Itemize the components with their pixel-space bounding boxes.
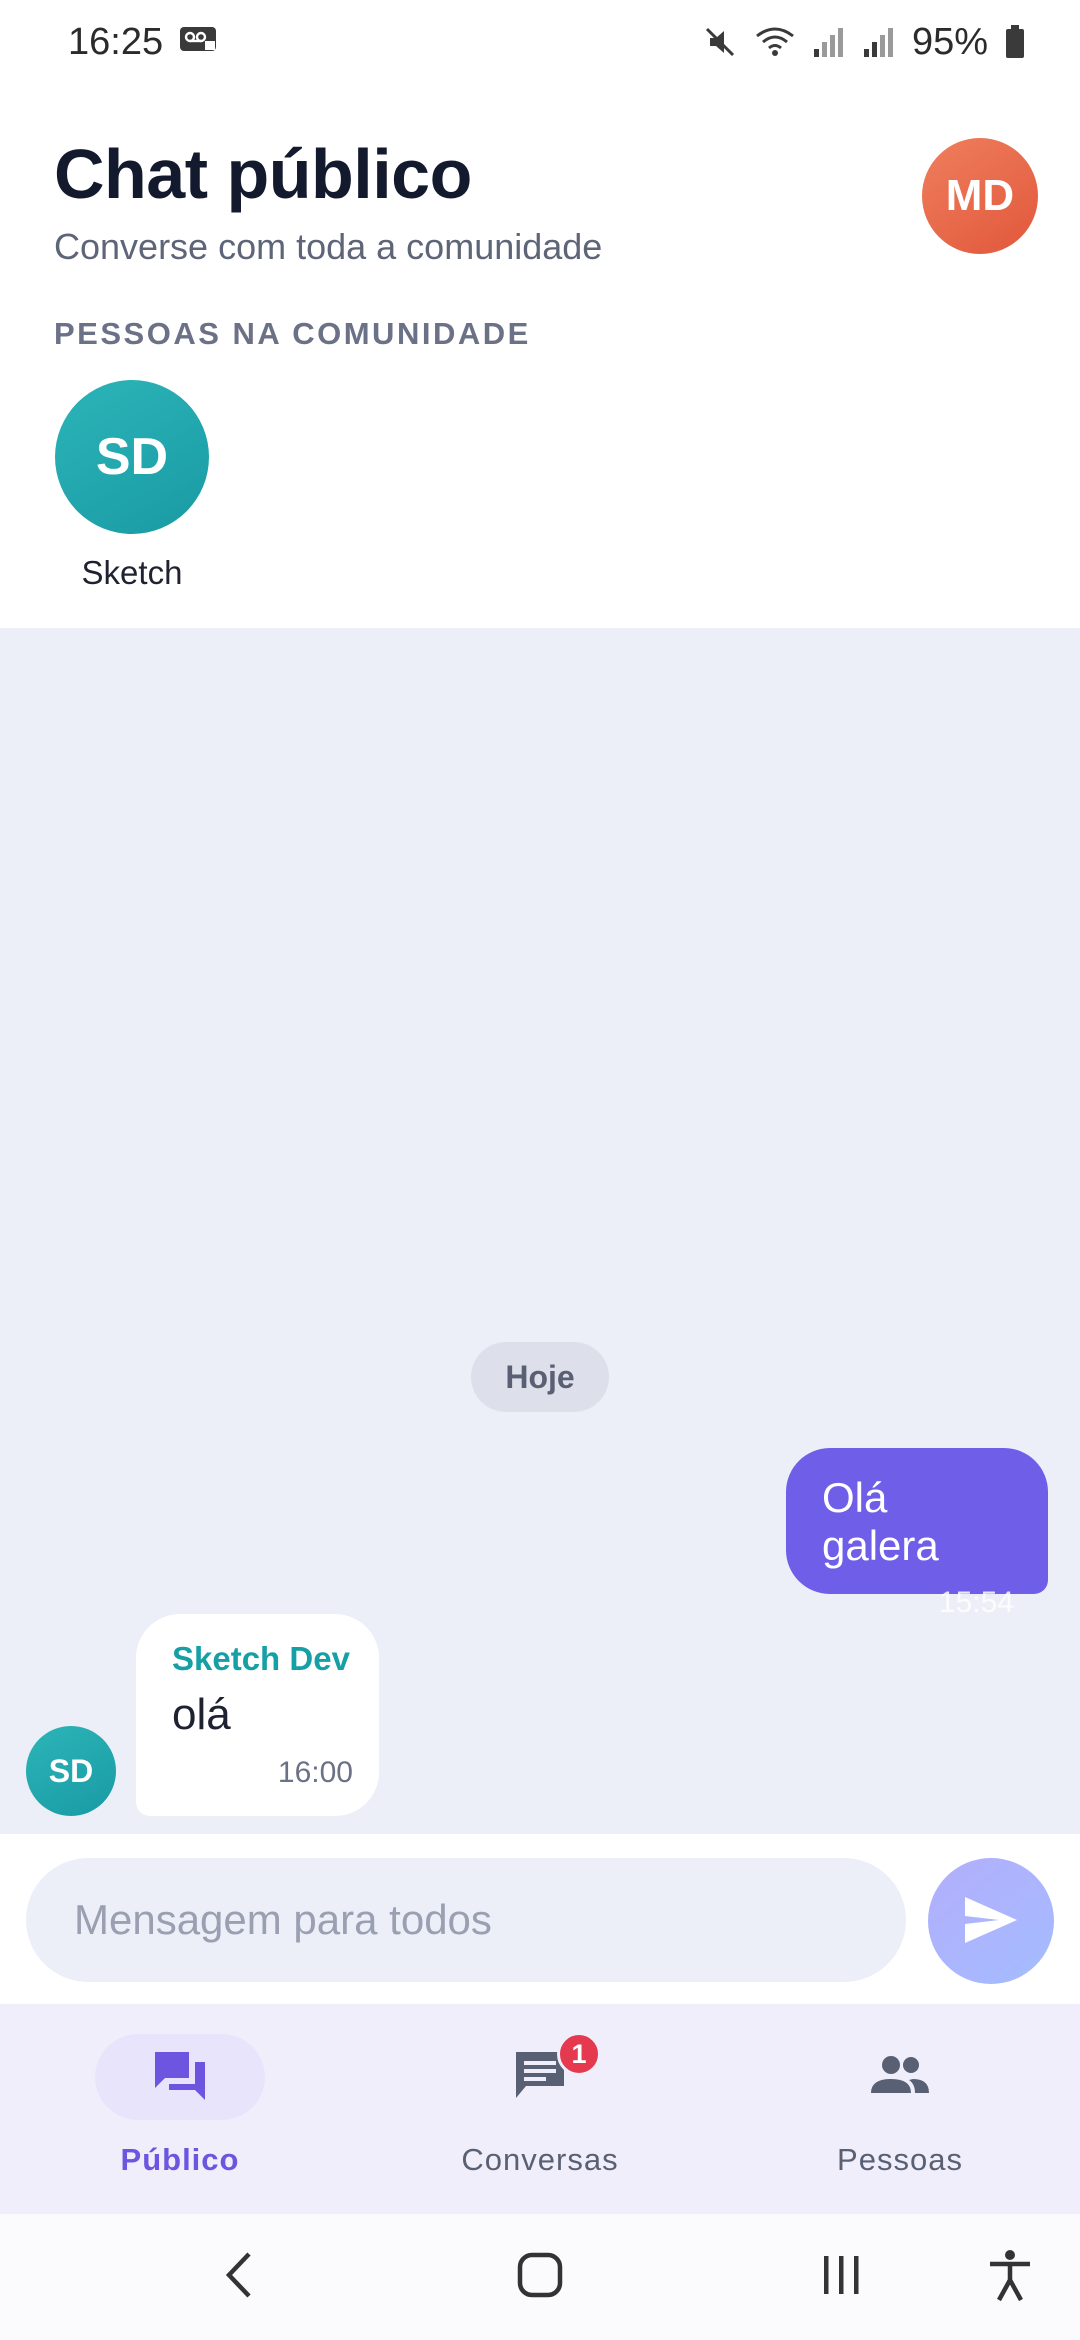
tab-label: Público <box>120 2142 240 2177</box>
recents-button[interactable] <box>802 2242 882 2312</box>
message-text: olá <box>172 1690 231 1739</box>
message-composer <box>0 1834 1080 2004</box>
chat-area[interactable]: Hoje Olá galera 15:54 SD Sketch Dev olá … <box>0 628 1080 1834</box>
home-button[interactable] <box>500 2242 580 2312</box>
back-icon <box>223 2250 253 2305</box>
tab-conversas[interactable]: 1 Conversas <box>390 2032 690 2194</box>
person-avatar: SD <box>55 380 209 534</box>
signal-icon-2 <box>862 25 896 59</box>
accessibility-button[interactable] <box>970 2242 1050 2312</box>
tab-pessoas[interactable]: Pessoas <box>750 2034 1050 2194</box>
back-button[interactable] <box>198 2242 278 2312</box>
forum-icon <box>151 2048 209 2107</box>
header: Chat público Converse com toda a comunid… <box>0 84 1080 628</box>
people-icon <box>869 2053 931 2102</box>
send-button[interactable] <box>928 1858 1054 1984</box>
message-text: Olá galera <box>822 1474 939 1569</box>
tab-label: Conversas <box>461 2142 619 2177</box>
status-left: 16:25 <box>68 21 219 64</box>
battery-level: 95% <box>911 20 988 63</box>
wifi-icon <box>754 24 796 60</box>
accessibility-icon <box>987 2248 1033 2307</box>
page-subtitle: Converse com toda a comunidade <box>54 226 603 267</box>
home-icon <box>516 2251 564 2304</box>
message-time: 15:54 <box>938 1586 1014 1619</box>
message-time: 16:00 <box>277 1756 353 1789</box>
system-nav-bar <box>0 2214 1080 2340</box>
tab-publico[interactable]: Público <box>30 2034 330 2194</box>
signal-icon <box>812 25 846 59</box>
status-right: 95% <box>702 21 1026 64</box>
status-time: 16:25 <box>68 20 164 63</box>
battery-icon <box>1004 24 1026 60</box>
message-incoming[interactable]: Sketch Dev olá 16:00 <box>136 1614 379 1816</box>
page-title: Chat público <box>54 135 472 213</box>
send-icon <box>963 1895 1019 1948</box>
status-bar: 16:25 95% <box>0 0 1080 84</box>
recents-icon <box>820 2253 864 2302</box>
day-separator: Hoje <box>471 1342 609 1412</box>
person-name: Sketch <box>81 554 183 591</box>
message-input[interactable] <box>26 1858 906 1982</box>
sender-avatar[interactable]: SD <box>26 1726 116 1816</box>
community-section-label: PESSOAS NA COMUNIDADE <box>54 316 531 351</box>
community-person[interactable]: SD Sketch <box>54 380 210 592</box>
mute-icon <box>702 24 738 60</box>
voicemail-icon <box>179 21 219 64</box>
tab-label: Pessoas <box>837 2142 963 2177</box>
unread-badge: 1 <box>557 2032 601 2076</box>
profile-avatar[interactable]: MD <box>922 138 1038 254</box>
bottom-nav: Público 1 Conversas Pessoas <box>0 2004 1080 2214</box>
message-outgoing[interactable]: Olá galera 15:54 <box>786 1448 1048 1619</box>
message-sender: Sketch Dev <box>172 1640 350 1677</box>
